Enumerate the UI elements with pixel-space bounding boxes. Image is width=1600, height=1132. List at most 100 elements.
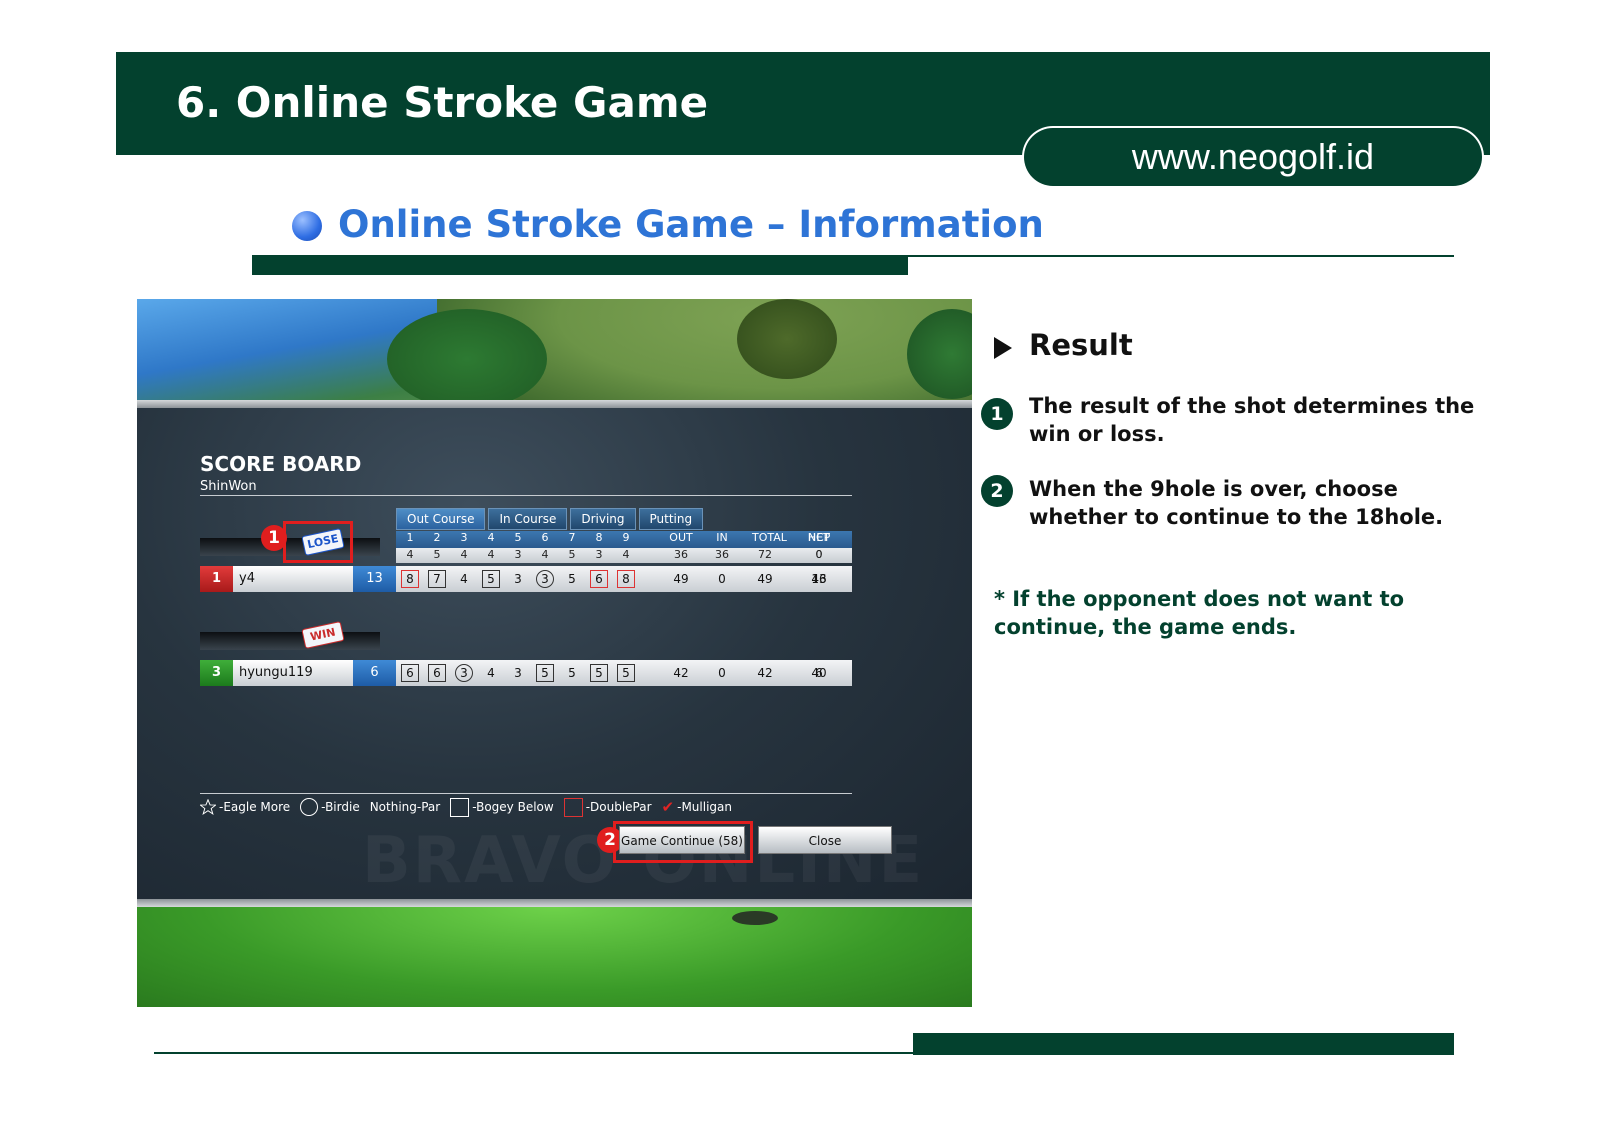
- total-net-cell: 46: [811, 572, 827, 586]
- par-cell: 4: [487, 548, 495, 561]
- hole-header-cell: 8: [595, 531, 603, 544]
- player-name: hyungu119: [233, 660, 353, 686]
- legend-bogey: -Bogey Below: [450, 797, 554, 817]
- legend-label: -Mulligan: [677, 800, 732, 814]
- hole-header-cell: TOTAL: [752, 531, 787, 544]
- golf-hole: [732, 911, 778, 925]
- scoreboard-user: ShinWon: [200, 479, 257, 494]
- step-number-1: 1: [981, 398, 1013, 430]
- par-cell: 36: [715, 548, 729, 561]
- hole-header-row: 1 2 3 4 5 6 7 8 9 OUT IN TOTAL HCP NET: [396, 531, 852, 548]
- total-in-cell: 0: [718, 572, 726, 586]
- star-icon: [200, 799, 216, 815]
- par-cell: 36: [674, 548, 688, 561]
- par-cell: 3: [595, 548, 603, 561]
- tab-putting[interactable]: Putting: [638, 508, 704, 530]
- player-scores: 8 7 4 5 3 3 5 6 8 49 0 49 13 46: [396, 566, 852, 592]
- red-square-icon: [563, 797, 583, 817]
- par-cell: 5: [568, 548, 576, 561]
- footer-rule-accent: [913, 1033, 1454, 1055]
- legend-label: -Bogey Below: [472, 800, 554, 814]
- hole-score-cell: 3: [514, 572, 522, 586]
- callout-box-result: [283, 521, 353, 563]
- game-continue-button[interactable]: Game Continue (58): [619, 826, 745, 854]
- hole-score-cell: 8: [397, 566, 423, 592]
- hole-header-cell: 4: [487, 531, 495, 544]
- hole-header-cell: 5: [514, 531, 522, 544]
- legend-label: -Birdie: [321, 800, 360, 814]
- par-cell: 0: [815, 548, 823, 561]
- par-row: 4 5 4 4 3 4 5 3 4 36 36 72 0 0: [396, 548, 852, 563]
- bullet-circle-icon: [292, 211, 322, 241]
- hole-header-cell: 7: [568, 531, 576, 544]
- hole-score-cell: 6: [397, 660, 423, 686]
- score-legend: -Eagle More -Birdie Nothing-Par -Bogey B…: [200, 795, 732, 819]
- step-number-2: 2: [981, 475, 1013, 507]
- section-rule-accent: [252, 257, 908, 275]
- legend-divider: [200, 793, 852, 794]
- total-total-cell: 42: [757, 666, 773, 680]
- par-cell: 4: [460, 548, 468, 561]
- hole-score-cell: 3: [532, 566, 558, 592]
- legend-label: -DoublePar: [585, 800, 652, 814]
- par-cell: 4: [541, 548, 549, 561]
- player-row: 1 y4 13 8 7 4 5 3 3 5 6 8 49 0 49 13 46: [200, 566, 852, 592]
- hole-score-cell: 6: [586, 566, 612, 592]
- hole-score-cell: 4: [460, 572, 468, 586]
- par-cell: 3: [514, 548, 522, 561]
- player-handicap: 13: [353, 566, 396, 592]
- hole-score-cell: 5: [532, 660, 558, 686]
- power-bar: [200, 632, 380, 650]
- hole-score-cell: 5: [478, 566, 504, 592]
- par-cell: 5: [433, 548, 441, 561]
- hole-score-cell: 3: [514, 666, 522, 680]
- hole-score-cell: 5: [613, 660, 639, 686]
- hole-header-cell: 9: [622, 531, 630, 544]
- player-rank: 1: [200, 566, 233, 592]
- hole-header-cell: 2: [433, 531, 441, 544]
- hole-score-cell: 4: [487, 666, 495, 680]
- player-name: y4: [233, 566, 353, 592]
- hole-header-cell: OUT: [669, 531, 693, 544]
- result-heading: Result: [1029, 328, 1133, 362]
- total-total-cell: 49: [757, 572, 773, 586]
- legend-birdie: -Birdie: [300, 798, 360, 816]
- hole-header-cell: 1: [406, 531, 414, 544]
- total-in-cell: 0: [718, 666, 726, 680]
- hole-score-cell: 5: [568, 666, 576, 680]
- tab-out-course[interactable]: Out Course: [396, 508, 486, 530]
- grass-background: [137, 907, 972, 1007]
- circle-icon: [300, 798, 319, 816]
- hole-score-cell: 5: [568, 572, 576, 586]
- slide-title: 6. Online Stroke Game: [176, 78, 709, 127]
- hole-header-cell: 3: [460, 531, 468, 544]
- legend-eagle: -Eagle More: [200, 799, 290, 815]
- hole-score-cell: 5: [586, 660, 612, 686]
- total-out-cell: 42: [673, 666, 689, 680]
- panel-rim-top: [137, 400, 972, 408]
- hole-header-cell: 6: [541, 531, 549, 544]
- note-text: * If the opponent does not want to conti…: [994, 587, 1405, 639]
- total-net-cell: 40: [811, 666, 827, 680]
- legend-mulligan: ✔ -Mulligan: [662, 798, 732, 816]
- website-url[interactable]: www.neogolf.id: [1024, 128, 1482, 186]
- player-row: 3 hyungu119 6 6 6 3 4 3 5 5 5 5 42 0 42 6 40: [200, 660, 852, 686]
- tree-image: [737, 299, 837, 379]
- hole-score-cell: 7: [424, 566, 450, 592]
- callout-number-1: 1: [261, 525, 287, 551]
- player-scores: 6 6 3 4 3 5 5 5 5 42 0 42 6 40: [396, 660, 852, 686]
- checkmark-icon: ✔: [661, 798, 675, 816]
- legend-par: Nothing-Par: [370, 800, 441, 814]
- hole-header-cell: IN: [716, 531, 728, 544]
- tab-in-course[interactable]: In Course: [488, 508, 568, 530]
- scoreboard-title: SCORE BOARD: [200, 452, 362, 476]
- tab-driving[interactable]: Driving: [570, 508, 636, 530]
- player-rank: 3: [200, 660, 233, 686]
- close-button[interactable]: Close: [758, 826, 892, 854]
- scoreboard-divider: [200, 495, 852, 496]
- legend-double: -DoublePar: [563, 797, 652, 817]
- tree-image: [387, 309, 547, 409]
- legend-label: Nothing-Par: [369, 800, 441, 814]
- square-icon: [450, 797, 470, 817]
- game-screenshot: BRAVO ONLINE SCORE BOARD ShinWon Out Cou…: [137, 299, 972, 1007]
